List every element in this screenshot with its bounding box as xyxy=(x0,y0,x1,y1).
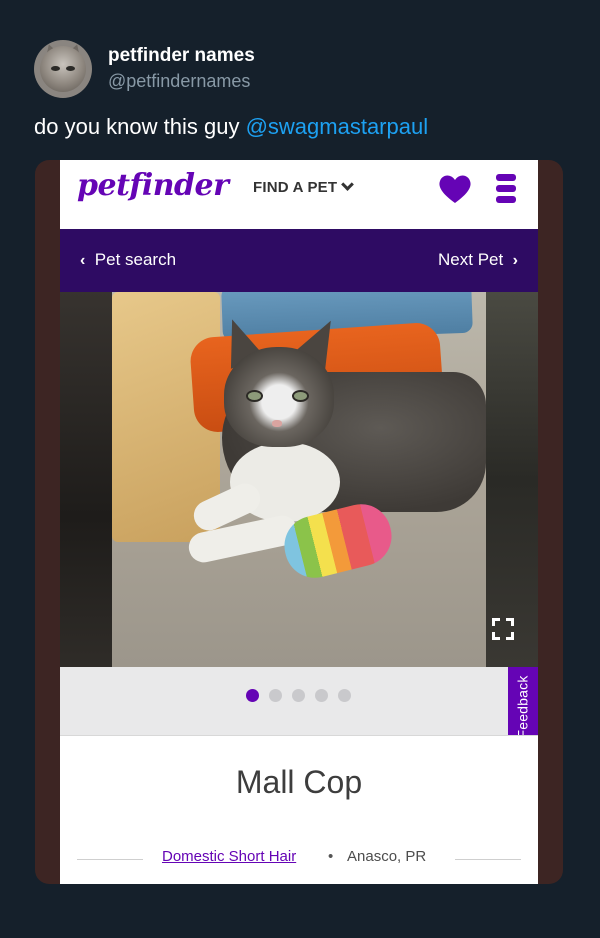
petfinder-header: petfinder FIND A PET xyxy=(60,160,538,229)
pet-search-label: Pet search xyxy=(94,250,177,269)
handle[interactable]: @petfindernames xyxy=(108,68,255,94)
author-names: petfinder names @petfindernames xyxy=(108,44,255,94)
breed-link[interactable]: Domestic Short Hair xyxy=(162,848,296,865)
tweet-body: do you know this guy xyxy=(34,114,246,139)
separator-dot: • xyxy=(328,848,334,865)
petfinder-logo[interactable]: petfinder xyxy=(77,168,229,203)
pet-search-link[interactable]: ‹ Pet search xyxy=(80,250,176,270)
mention-link[interactable]: @swagmastarpaul xyxy=(246,114,429,139)
pet-photo xyxy=(112,292,486,667)
pet-location: Anasco, PR xyxy=(347,848,427,865)
divider xyxy=(455,859,521,860)
gallery-pagination xyxy=(60,667,538,735)
find-a-pet-label: FIND A PET xyxy=(253,179,338,196)
fullscreen-icon[interactable] xyxy=(492,618,514,640)
find-a-pet-menu[interactable]: FIND A PET xyxy=(253,178,355,196)
petfinder-screenshot: petfinder FIND A PET ‹ Pet search Next P… xyxy=(60,160,538,884)
gallery-dot[interactable] xyxy=(269,689,282,702)
tweet-text: do you know this guy @swagmastarpaul xyxy=(34,114,428,140)
pet-navigation-bar: ‹ Pet search Next Pet › xyxy=(60,229,538,292)
gallery-dot[interactable] xyxy=(315,689,328,702)
display-name[interactable]: petfinder names xyxy=(108,44,255,68)
next-pet-label: Next Pet xyxy=(438,250,504,269)
divider xyxy=(77,859,143,860)
tweet-media[interactable]: petfinder FIND A PET ‹ Pet search Next P… xyxy=(35,160,563,884)
gallery-dot[interactable] xyxy=(246,689,259,702)
pet-info: Mall Cop Domestic Short Hair • Anasco, P… xyxy=(60,735,538,884)
chevron-down-icon xyxy=(341,178,355,191)
heart-icon[interactable] xyxy=(438,173,472,205)
chevron-right-icon: › xyxy=(512,252,518,269)
pet-name: Mall Cop xyxy=(235,764,363,800)
avatar[interactable] xyxy=(34,40,92,98)
pet-photo-gallery[interactable] xyxy=(60,292,538,667)
hamburger-menu-icon[interactable] xyxy=(496,174,516,204)
gallery-dot[interactable] xyxy=(338,689,351,702)
tweet-header: petfinder names @petfindernames xyxy=(34,40,255,98)
chevron-left-icon: ‹ xyxy=(80,252,86,269)
feedback-label: Feedback xyxy=(515,675,531,739)
gallery-dot[interactable] xyxy=(292,689,305,702)
pet-meta-row: Domestic Short Hair • Anasco, PR xyxy=(60,848,538,870)
next-pet-link[interactable]: Next Pet › xyxy=(438,250,518,270)
